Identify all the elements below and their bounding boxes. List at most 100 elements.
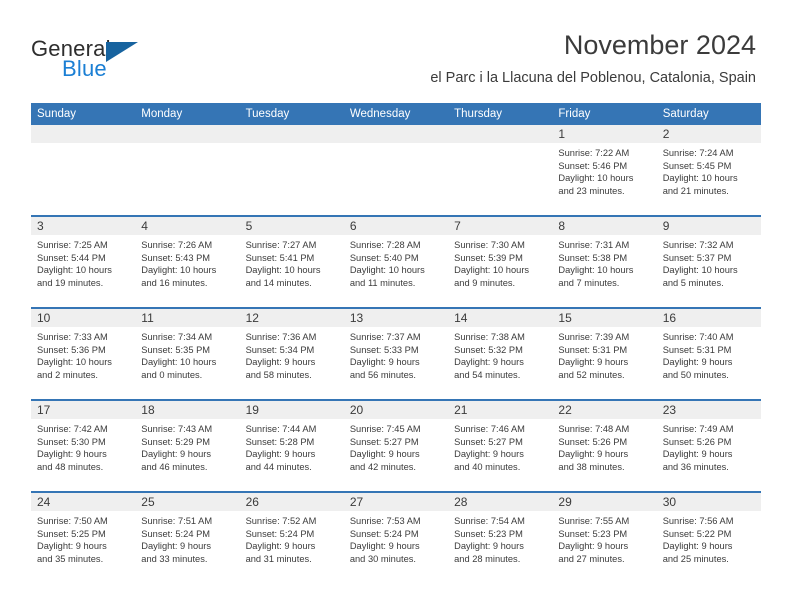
day-details: Sunrise: 7:51 AM Sunset: 5:24 PM Daylight:… — [135, 511, 239, 565]
day-cell[interactable]: 26 Sunrise: 7:52 AM Sunset: 5:24 PM Dayligh… — [239, 493, 344, 583]
daylight-text-line1: Daylight: 9 hours — [141, 449, 212, 460]
day-cell[interactable]: 29 Sunrise: 7:55 AM Sunset: 5:23 PM Dayligh… — [552, 493, 657, 583]
sunset-text: Sunset: 5:24 PM — [245, 528, 315, 539]
day-cell[interactable]: 13 Sunrise: 7:37 AM Sunset: 5:33 PM Dayligh… — [343, 309, 449, 399]
daylight-text-line2: and 30 minutes. — [349, 553, 416, 564]
day-number: 29 — [558, 495, 572, 509]
sunrise-text: Sunrise: 7:31 AM — [558, 240, 630, 250]
daylight-text-line1: Daylight: 9 hours — [141, 541, 212, 552]
day-details: Sunrise: 7:25 AM Sunset: 5:44 PM Daylight:… — [31, 235, 135, 289]
day-cell[interactable]: 6 Sunrise: 7:28 AM Sunset: 5:40 PM Daylight… — [343, 217, 449, 307]
day-number: 28 — [454, 495, 468, 509]
day-details: Sunrise: 7:44 AM Sunset: 5:28 PM Daylight:… — [240, 419, 344, 473]
daylight-text-line2: and 46 minutes. — [141, 461, 208, 472]
day-details: Sunrise: 7:39 AM Sunset: 5:31 PM Daylight:… — [552, 327, 656, 381]
day-cell[interactable]: 23 Sunrise: 7:49 AM Sunset: 5:26 PM Dayligh… — [656, 401, 761, 491]
daylight-text-line2: and 27 minutes. — [558, 553, 625, 564]
day-cell[interactable]: 16 Sunrise: 7:40 AM Sunset: 5:31 PM Dayligh… — [656, 309, 761, 399]
page-title: November 2024 — [563, 30, 756, 60]
sunrise-text: Sunrise: 7:54 AM — [454, 516, 525, 526]
sunset-text: Sunset: 5:44 PM — [37, 252, 106, 263]
daylight-text-line1: Daylight: 9 hours — [662, 449, 733, 460]
sunrise-text: Sunrise: 7:55 AM — [558, 516, 630, 526]
sunset-text: Sunset: 5:31 PM — [558, 344, 628, 355]
general-blue-logo[interactable]: General Blue — [31, 36, 201, 84]
sunrise-text: Sunrise: 7:46 AM — [454, 424, 525, 434]
day-cell-empty — [343, 125, 449, 215]
day-number: 13 — [349, 311, 364, 325]
day-cell[interactable]: 20 Sunrise: 7:45 AM Sunset: 5:27 PM Dayligh… — [343, 401, 449, 491]
day-number: 26 — [245, 495, 259, 509]
day-number-band — [239, 125, 344, 143]
daylight-text-line1: Daylight: 9 hours — [558, 449, 629, 460]
sunset-text: Sunset: 5:26 PM — [558, 436, 628, 447]
day-cell[interactable]: 14 Sunrise: 7:38 AM Sunset: 5:32 PM Dayligh… — [448, 309, 553, 399]
sunset-text: Sunset: 5:45 PM — [662, 160, 732, 171]
daylight-text-line1: Daylight: 10 hours — [558, 173, 634, 184]
day-number-band: 4 — [135, 217, 240, 235]
sunset-text: Sunset: 5:24 PM — [349, 528, 419, 539]
weekday-header-row: Sunday Monday Tuesday Wednesday Thursday… — [31, 103, 761, 125]
day-cell[interactable]: 15 Sunrise: 7:39 AM Sunset: 5:31 PM Dayligh… — [552, 309, 657, 399]
daylight-text-line2: and 11 minutes. — [349, 277, 416, 288]
daylight-text-line2: and 16 minutes. — [141, 277, 208, 288]
daylight-text-line1: Daylight: 10 hours — [141, 265, 217, 276]
sunrise-text: Sunrise: 7:36 AM — [245, 332, 317, 342]
day-cell[interactable]: 8 Sunrise: 7:31 AM Sunset: 5:38 PM Daylight… — [552, 217, 657, 307]
sunset-text: Sunset: 5:27 PM — [454, 436, 523, 447]
day-number: 18 — [141, 403, 155, 417]
day-number: 22 — [558, 403, 572, 417]
day-number-band: 24 — [31, 493, 136, 511]
day-cell[interactable]: 5 Sunrise: 7:27 AM Sunset: 5:41 PM Daylight… — [239, 217, 344, 307]
day-cell[interactable]: 30 Sunrise: 7:56 AM Sunset: 5:22 PM Dayligh… — [656, 493, 761, 583]
day-cell[interactable]: 21 Sunrise: 7:46 AM Sunset: 5:27 PM Dayligh… — [448, 401, 553, 491]
daylight-text-line2: and 28 minutes. — [454, 553, 521, 564]
day-cell-empty — [239, 125, 344, 215]
sunrise-text: Sunrise: 7:33 AM — [37, 332, 108, 342]
day-cell-empty — [31, 125, 136, 215]
day-number-band: 15 — [552, 309, 657, 327]
day-cell[interactable]: 11 Sunrise: 7:34 AM Sunset: 5:35 PM Dayligh… — [135, 309, 240, 399]
sunset-text: Sunset: 5:23 PM — [454, 528, 523, 539]
day-number-band: 16 — [656, 309, 761, 327]
day-cell[interactable]: 27 Sunrise: 7:53 AM Sunset: 5:24 PM Dayligh… — [343, 493, 449, 583]
sunrise-text: Sunrise: 7:53 AM — [349, 516, 421, 526]
day-cell[interactable]: 4 Sunrise: 7:26 AM Sunset: 5:43 PM Daylight… — [135, 217, 240, 307]
daylight-text-line2: and 54 minutes. — [454, 369, 521, 380]
day-number: 4 — [141, 219, 148, 233]
day-number-band: 27 — [343, 493, 449, 511]
daylight-text-line1: Daylight: 10 hours — [662, 173, 738, 184]
daylight-text-line2: and 48 minutes. — [37, 461, 104, 472]
daylight-text-line1: Daylight: 10 hours — [558, 265, 634, 276]
day-cell[interactable]: 2 Sunrise: 7:24 AM Sunset: 5:45 PM Daylight… — [656, 125, 761, 215]
day-cell[interactable]: 24 Sunrise: 7:50 AM Sunset: 5:25 PM Dayligh… — [31, 493, 136, 583]
sunrise-text: Sunrise: 7:43 AM — [141, 424, 213, 434]
day-cell[interactable]: 28 Sunrise: 7:54 AM Sunset: 5:23 PM Dayligh… — [448, 493, 553, 583]
day-number-band: 14 — [448, 309, 553, 327]
day-cell[interactable]: 7 Sunrise: 7:30 AM Sunset: 5:39 PM Daylight… — [448, 217, 553, 307]
day-cell[interactable]: 10 Sunrise: 7:33 AM Sunset: 5:36 PM Dayligh… — [31, 309, 136, 399]
day-number: 25 — [141, 495, 155, 509]
day-cell[interactable]: 18 Sunrise: 7:43 AM Sunset: 5:29 PM Dayligh… — [135, 401, 240, 491]
daylight-text-line1: Daylight: 9 hours — [245, 357, 316, 368]
weekday-monday: Monday — [141, 108, 183, 120]
day-cell[interactable]: 22 Sunrise: 7:48 AM Sunset: 5:26 PM Dayligh… — [552, 401, 657, 491]
daylight-text-line1: Daylight: 10 hours — [662, 265, 738, 276]
day-number: 12 — [245, 311, 259, 325]
day-number: 23 — [662, 403, 677, 417]
day-number: 5 — [245, 219, 253, 233]
day-cell[interactable]: 17 Sunrise: 7:42 AM Sunset: 5:30 PM Dayligh… — [31, 401, 136, 491]
day-number-band: 13 — [343, 309, 449, 327]
day-cell[interactable]: 25 Sunrise: 7:51 AM Sunset: 5:24 PM Dayligh… — [135, 493, 240, 583]
day-details: Sunrise: 7:31 AM Sunset: 5:38 PM Daylight:… — [552, 235, 656, 289]
sunset-text: Sunset: 5:39 PM — [454, 252, 523, 263]
day-cell[interactable]: 12 Sunrise: 7:36 AM Sunset: 5:34 PM Dayligh… — [239, 309, 344, 399]
day-cell[interactable]: 19 Sunrise: 7:44 AM Sunset: 5:28 PM Dayligh… — [239, 401, 344, 491]
daylight-text-line1: Daylight: 9 hours — [349, 357, 420, 368]
day-cell[interactable]: 3 Sunrise: 7:25 AM Sunset: 5:44 PM Daylight… — [31, 217, 136, 307]
sunset-text: Sunset: 5:24 PM — [141, 528, 211, 539]
day-number: 24 — [37, 495, 51, 509]
day-cell[interactable]: 1 Sunrise: 7:22 AM Sunset: 5:46 PM Daylight… — [552, 125, 657, 215]
day-cell[interactable]: 9 Sunrise: 7:32 AM Sunset: 5:37 PM Daylight… — [656, 217, 761, 307]
sunset-text: Sunset: 5:34 PM — [245, 344, 315, 355]
